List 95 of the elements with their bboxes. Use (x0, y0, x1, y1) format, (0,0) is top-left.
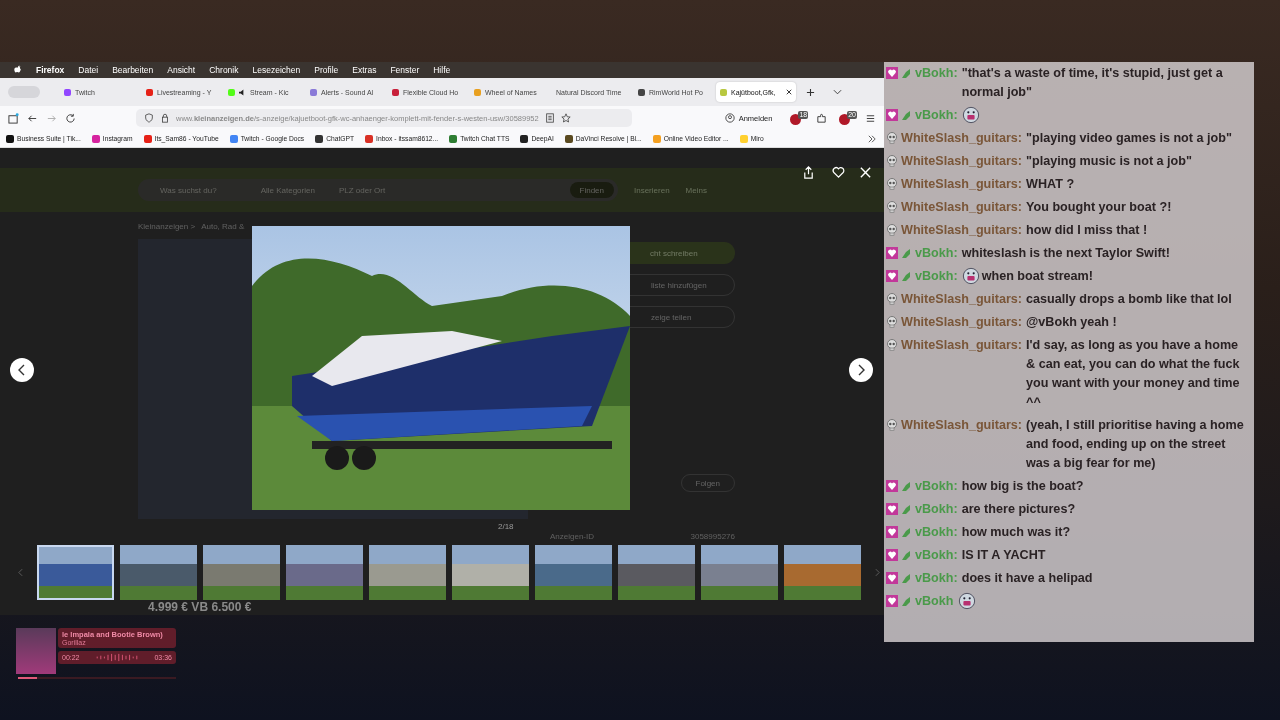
sprout-badge-icon (900, 270, 912, 282)
chat-message-text: how much was it? (961, 524, 1072, 541)
sprout-badge-icon (900, 549, 912, 561)
chat-message-text: WHAT ? (1026, 176, 1076, 193)
menu-app-name[interactable]: Firefox (36, 65, 65, 75)
chat-username[interactable]: WhiteSlash_guitars: (901, 175, 1023, 194)
sprout-badge-icon (900, 572, 912, 584)
heart-badge-icon (886, 595, 898, 607)
chat-username[interactable]: WhiteSlash_guitars: (901, 290, 1023, 309)
find-button[interactable]: Finden (569, 182, 614, 198)
heart-badge-icon (886, 109, 898, 121)
sprout-badge-icon (900, 595, 912, 607)
chat-message-text: IS IT A YACHT (961, 547, 1047, 564)
heart-badge-icon (886, 247, 898, 259)
menu-icon[interactable] (865, 112, 876, 124)
shield-icon[interactable] (144, 113, 154, 123)
apple-icon[interactable] (14, 65, 22, 75)
next-button[interactable] (849, 358, 873, 382)
chat-message-text: when boat stream! (981, 268, 1094, 285)
chat-username[interactable]: WhiteSlash_guitars: (901, 336, 1023, 355)
new-tab-icon[interactable] (806, 87, 815, 97)
chat-message-text: casually drops a bomb like that lol (1026, 291, 1233, 308)
price-text: 4.999 € VB 6.500 € (148, 600, 252, 614)
chat-message-text: "that's a waste of time, it's stupid, just get a normal job" (961, 65, 1224, 101)
thumbnail-photo-placeholder[interactable] (286, 545, 363, 600)
sprout-badge-icon (900, 503, 912, 515)
menu-item[interactable]: Lesezeichen (252, 65, 301, 75)
chat-username[interactable]: WhiteSlash_guitars: (901, 152, 1023, 171)
sprout-badge-icon (900, 526, 912, 538)
thumbnail-photo-placeholder[interactable] (120, 545, 197, 600)
heart-badge-icon (886, 503, 898, 515)
chat-message-text: (yeah, I still prioritise having a home and food, ending up on the street was a big fear for me) (1026, 417, 1245, 472)
heart-badge-icon (886, 480, 898, 492)
menu-item[interactable]: Datei (78, 65, 99, 75)
chevron-down-icon[interactable] (833, 89, 842, 95)
puzzle-icon[interactable] (816, 112, 828, 124)
close-icon[interactable] (786, 89, 792, 95)
chat-message-text: does it have a helipad (961, 570, 1094, 587)
chat-username[interactable]: WhiteSlash_guitars: (901, 221, 1023, 240)
star-icon[interactable] (560, 113, 571, 123)
chat-message-text: are there pictures? (961, 501, 1077, 518)
chat-message-text: I'd say, as long as you have a home & can eat, you can do what the fuck you want with your money and time ^^ (1026, 337, 1241, 411)
chat-message-text: "playing video games is not a job" (1026, 130, 1233, 147)
account-icon (724, 113, 735, 123)
sprout-badge-icon (900, 480, 912, 492)
window-icon[interactable] (8, 112, 19, 124)
menu-item[interactable]: Extras (352, 65, 377, 75)
sprout-badge-icon (900, 109, 912, 121)
chat-username[interactable]: WhiteSlash_guitars: (901, 129, 1023, 148)
ad-id-label: Anzeigen-ID (550, 532, 595, 541)
menu-item[interactable]: Fenster (390, 65, 420, 75)
reload-icon[interactable] (65, 112, 76, 124)
lock-icon[interactable] (160, 113, 170, 123)
chat-message-text: @vBokh yeah ! (1026, 314, 1118, 331)
heart-badge-icon (886, 270, 898, 282)
heart-badge-icon (886, 526, 898, 538)
chat-username[interactable]: vBokh: (915, 64, 958, 83)
thumbnail-photo-placeholder[interactable] (452, 545, 529, 600)
menu-item[interactable]: Profile (314, 65, 339, 75)
sprout-badge-icon (900, 67, 912, 79)
share-icon[interactable] (802, 166, 815, 179)
menu-item[interactable]: Chronik (209, 65, 239, 75)
chat-username[interactable]: vBokh: (915, 106, 958, 125)
heart-badge-icon (886, 549, 898, 561)
chat-message-text: whiteslash is the next Taylor Swift! (961, 245, 1171, 262)
thumbnail-photo-placeholder[interactable] (203, 545, 280, 600)
thumbnail-photo-placeholder[interactable] (369, 545, 446, 600)
account-link[interactable]: Meins (685, 185, 707, 195)
thumbnail-photo-placeholder[interactable] (784, 545, 861, 600)
heart-badge-icon (886, 67, 898, 79)
chat-username[interactable]: WhiteSlash_guitars: (901, 416, 1023, 435)
chat-message-text: You bought your boat ?! (1026, 199, 1173, 216)
menu-item[interactable]: Hilfe (433, 65, 451, 75)
chat-message-text: how big is the boat? (961, 478, 1085, 495)
menu-item[interactable]: Bearbeiten (112, 65, 154, 75)
chat-username[interactable]: vBokh: (915, 244, 958, 263)
heart-badge-icon (886, 572, 898, 584)
previous-button[interactable] (10, 358, 34, 382)
menu-item[interactable]: Ansicht (167, 65, 196, 75)
chat-message-text: how did I miss that ! (1026, 222, 1149, 239)
speaker-icon[interactable] (239, 88, 246, 96)
thumbnail-photo-placeholder[interactable] (618, 545, 695, 600)
sprout-badge-icon (900, 247, 912, 259)
image-counter: 2/18 (498, 522, 514, 531)
heart-icon[interactable] (832, 166, 845, 179)
thumbnail-photo-placeholder[interactable] (37, 545, 114, 600)
reader-view-icon[interactable] (544, 113, 555, 123)
album-art-placeholder (16, 628, 56, 674)
thumbnail-photo-placeholder[interactable] (535, 545, 612, 600)
more-bookmarks-icon[interactable] (868, 134, 876, 143)
breadcrumb-link[interactable]: Kleinanzeigen > (138, 222, 196, 231)
chat-username[interactable]: WhiteSlash_guitars: (901, 198, 1023, 217)
chat-username[interactable]: WhiteSlash_guitars: (901, 313, 1023, 332)
chat-message-text: "playing music is not a job" (1026, 153, 1193, 170)
thumbnail-photo-placeholder[interactable] (701, 545, 778, 600)
